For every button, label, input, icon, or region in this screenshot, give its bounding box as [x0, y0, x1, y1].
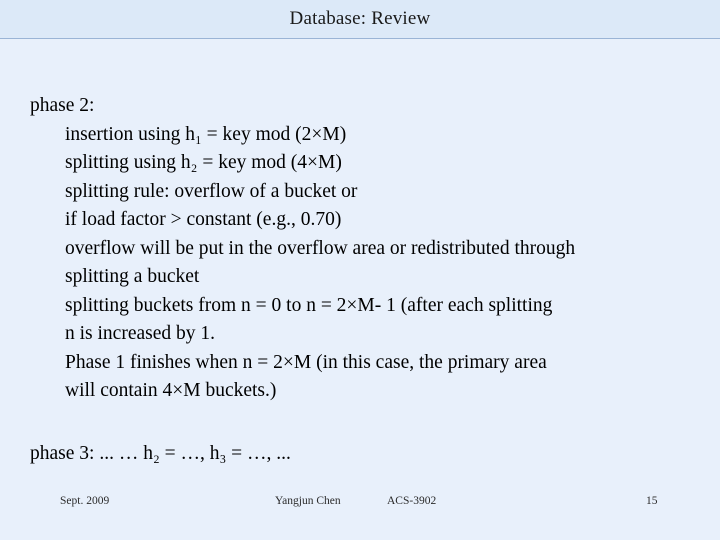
slide-body: phase 2: insertion using h₁ = key mod (2… — [30, 92, 710, 406]
page-title: Database: Review — [289, 8, 431, 29]
phase3-line: phase 3: ... … h₂ = …, h₃ = …, ... — [30, 443, 291, 464]
footer-date: Sept. 2009 — [60, 495, 110, 507]
slide: Database: Review phase 2: insertion usin… — [0, 0, 720, 540]
body-line: insertion using h₁ = key mod (2×M) — [65, 123, 347, 145]
slide-footer: Sept. 2009 Yangjun Chen ACS-3902 15 — [0, 495, 720, 517]
body-line: splitting using h₂ = key mod (4×M) — [65, 152, 342, 173]
slide-title-bar: Database: Review — [0, 0, 720, 39]
footer-page-number: 15 — [646, 495, 658, 507]
footer-course: ACS-3902 — [387, 495, 437, 507]
footer-author: Yangjun Chen — [275, 495, 341, 507]
body-line: will contain 4×M buckets.) — [65, 380, 277, 401]
body-line: phase 2: — [30, 95, 95, 116]
body-line: if load factor > constant (e.g., 0.70) — [65, 209, 342, 230]
body-line: n is increased by 1. — [65, 323, 216, 344]
body-line: Phase 1 finishes when n = 2×M (in this c… — [65, 351, 547, 373]
body-line: overflow will be put in the overflow are… — [65, 237, 576, 259]
body-line: splitting rule: overflow of a bucket or — [65, 180, 358, 202]
body-line: splitting buckets from n = 0 to n = 2×M-… — [65, 294, 553, 316]
body-line: splitting a bucket — [65, 266, 200, 287]
